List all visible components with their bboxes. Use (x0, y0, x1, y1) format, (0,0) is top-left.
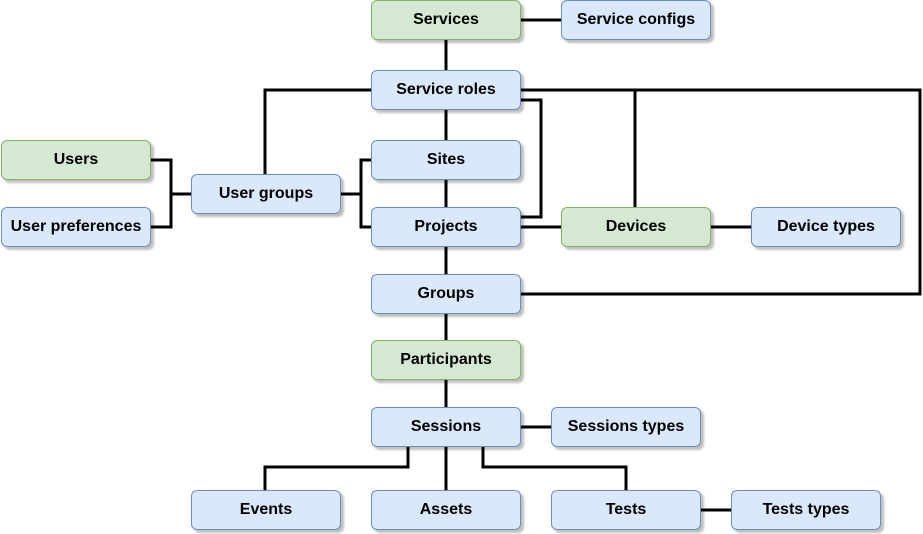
node-sessions[interactable]: Sessions (371, 407, 521, 447)
edge-service-roles-user-groups (263, 88, 371, 174)
edge-sessions-events (263, 447, 410, 490)
node-tests[interactable]: Tests (551, 490, 701, 530)
node-sessions-types[interactable]: Sessions types (551, 407, 701, 447)
node-sites[interactable]: Sites (371, 140, 521, 180)
node-tests-types[interactable]: Tests types (731, 490, 881, 530)
node-events[interactable]: Events (191, 490, 341, 530)
edge-service-roles-groups (521, 88, 922, 296)
node-assets[interactable]: Assets (371, 490, 521, 530)
node-devices[interactable]: Devices (561, 207, 711, 247)
edge-sessions-tests (481, 447, 628, 490)
edge-service-roles-projects (521, 98, 543, 219)
node-services[interactable]: Services (371, 0, 521, 40)
node-projects[interactable]: Projects (371, 207, 521, 247)
edge-user-groups-sites (359, 158, 371, 229)
node-service-roles[interactable]: Service roles (371, 70, 521, 110)
node-users[interactable]: Users (1, 140, 151, 180)
edge-users-user-preferences (151, 158, 173, 229)
node-groups[interactable]: Groups (371, 274, 521, 314)
node-service-configs[interactable]: Service configs (561, 0, 711, 40)
node-participants[interactable]: Participants (371, 340, 521, 380)
node-user-groups[interactable]: User groups (191, 174, 341, 214)
node-device-types[interactable]: Device types (751, 207, 901, 247)
node-user-preferences[interactable]: User preferences (1, 207, 151, 247)
